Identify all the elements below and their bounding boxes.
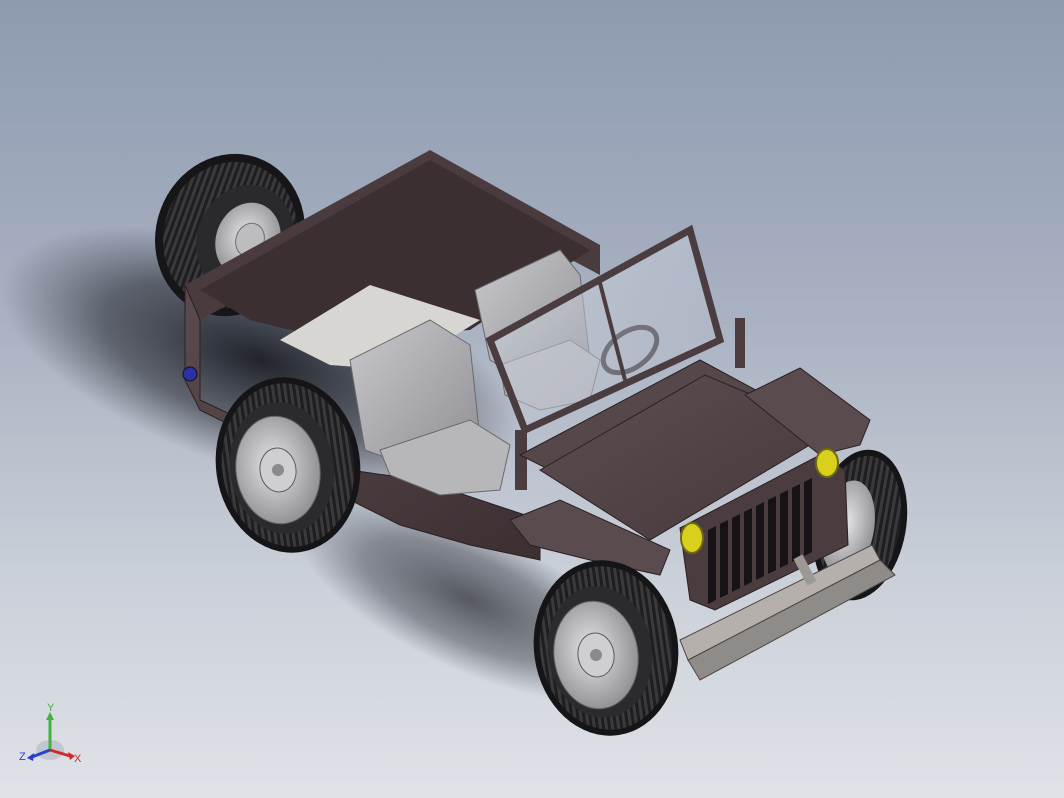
view-orientation-triad[interactable]: Y X Z [18, 700, 88, 772]
tail-light [182, 366, 198, 382]
triad-y-label: Y [47, 702, 55, 714]
graphics-viewport[interactable]: Y X Z [0, 0, 1064, 798]
triad-x-label: X [74, 753, 82, 765]
triad-z-label: Z [19, 751, 26, 763]
jeep-model[interactable] [0, 0, 1064, 798]
triad-z-arrow [27, 753, 34, 761]
headlight-left [680, 522, 704, 554]
headlight-right [815, 448, 839, 478]
